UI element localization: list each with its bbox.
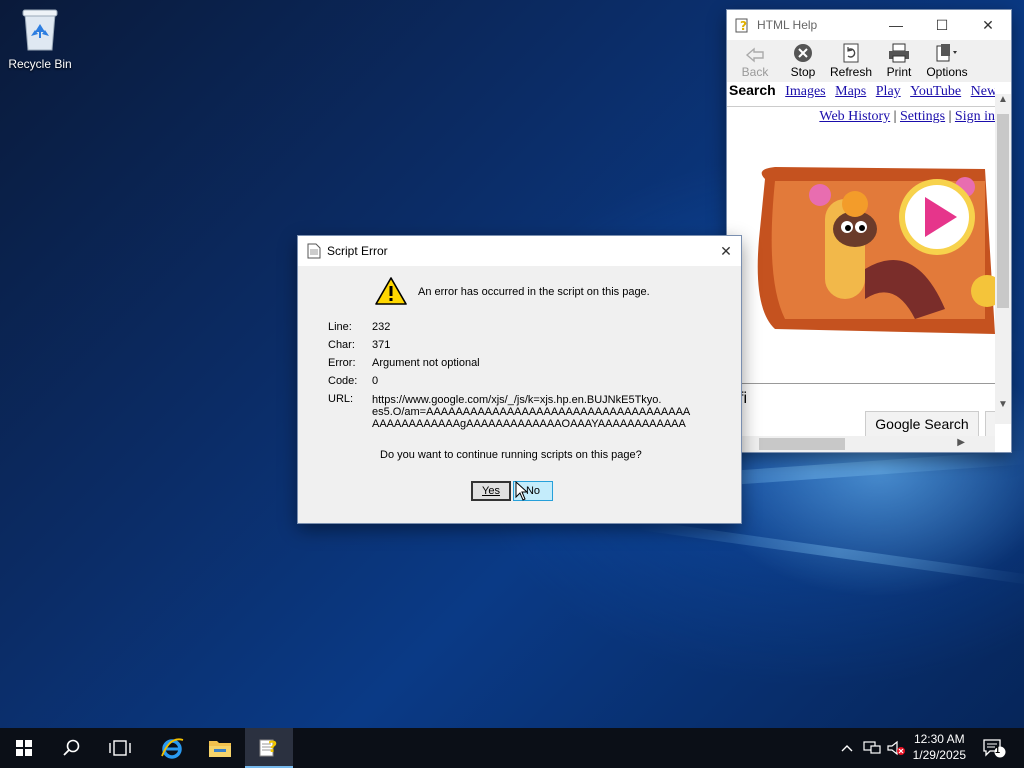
minimize-button[interactable]: — bbox=[873, 10, 919, 40]
action-center-button[interactable]: 1 bbox=[976, 728, 1012, 768]
notification-icon bbox=[983, 739, 1006, 758]
nav-maps[interactable]: Maps bbox=[835, 84, 866, 99]
mouse-cursor-icon bbox=[515, 481, 529, 501]
error-dialog-title: Script Error bbox=[327, 244, 388, 258]
settings-link[interactable]: Settings bbox=[900, 109, 945, 124]
file-explorer-button[interactable] bbox=[196, 728, 244, 768]
help-toolbar: Back Stop Refresh Print Options bbox=[727, 40, 1011, 82]
warning-icon bbox=[375, 277, 407, 305]
options-icon bbox=[936, 44, 957, 62]
volume-button[interactable] bbox=[884, 728, 908, 768]
recycle-bin-label: Recycle Bin bbox=[8, 57, 72, 71]
stop-button[interactable]: Stop bbox=[779, 40, 827, 82]
print-button[interactable]: Print bbox=[875, 40, 923, 82]
minimize-icon: — bbox=[889, 17, 903, 33]
network-button[interactable] bbox=[860, 728, 884, 768]
stop-icon bbox=[794, 44, 812, 62]
recycle-bin-icon bbox=[22, 9, 58, 51]
help-content-area: Web History | Settings | Sign in fi Goog… bbox=[727, 106, 995, 437]
clock-time: 12:30 AM bbox=[913, 732, 965, 746]
close-icon: ✕ bbox=[720, 242, 732, 259]
help-app-icon: ? bbox=[735, 18, 748, 33]
help-titlebar[interactable]: ? HTML Help — ☐ ✕ bbox=[727, 10, 1011, 40]
nav-images[interactable]: Images bbox=[785, 84, 825, 99]
maximize-icon: ☐ bbox=[935, 16, 949, 33]
error-message: An error has occurred in the script on t… bbox=[418, 286, 650, 298]
search-icon bbox=[63, 739, 80, 756]
maximize-button[interactable]: ☐ bbox=[919, 10, 965, 40]
url-line: AAAAAAAAAAAAgAAAAAAAAAAAAAOAAAYAAAAAAAAA… bbox=[372, 418, 686, 430]
refresh-icon bbox=[843, 43, 859, 63]
windows-logo-icon bbox=[16, 740, 32, 756]
notification-count: 1 bbox=[995, 745, 1001, 755]
feeling-lucky-button[interactable] bbox=[985, 411, 995, 437]
scroll-right-arrow[interactable]: ▶ bbox=[957, 437, 965, 448]
close-icon: ✕ bbox=[982, 16, 994, 33]
nav-search[interactable]: Search bbox=[729, 82, 776, 98]
printer-icon bbox=[889, 43, 909, 63]
refresh-button[interactable]: Refresh bbox=[827, 40, 875, 82]
start-button[interactable] bbox=[0, 728, 48, 768]
nav-new[interactable]: New bbox=[971, 84, 995, 99]
html-help-window: ? HTML Help — ☐ ✕ Back Stop Refresh Prin… bbox=[727, 10, 1011, 452]
script-error-dialog: Script Error ✕ An error has occurred in … bbox=[298, 236, 741, 523]
back-button[interactable]: Back bbox=[731, 40, 779, 82]
url-line: es5.O/am=AAAAAAAAAAAAAAAAAAAAAAAAAAAAAAA… bbox=[372, 406, 691, 418]
help-window-title: HTML Help bbox=[757, 18, 818, 32]
options-button[interactable]: Options bbox=[923, 40, 971, 82]
continue-question: Do you want to continue running scripts … bbox=[380, 449, 642, 461]
svg-text:?: ? bbox=[268, 737, 277, 756]
vertical-scroll-thumb[interactable] bbox=[997, 114, 1009, 308]
google-doodle-image[interactable] bbox=[745, 159, 995, 334]
vertical-scrollbar[interactable]: ▲ ▼ bbox=[995, 94, 1011, 424]
error-close-button[interactable]: ✕ bbox=[711, 236, 741, 266]
document-icon bbox=[307, 243, 321, 259]
web-history-link[interactable]: Web History bbox=[819, 109, 890, 124]
folder-icon bbox=[209, 741, 231, 757]
network-icon bbox=[863, 741, 881, 754]
google-search-button[interactable]: Google Search bbox=[865, 411, 979, 437]
close-button[interactable]: ✕ bbox=[965, 10, 1011, 40]
search-button[interactable] bbox=[48, 728, 96, 768]
google-nav-links: Search Images Maps Play YouTube New bbox=[727, 82, 995, 102]
scroll-up-arrow[interactable]: ▲ bbox=[995, 94, 1011, 110]
nav-youtube[interactable]: YouTube bbox=[910, 84, 961, 99]
url-line: https://www.google.com/xjs/_/js/k=xjs.hp… bbox=[372, 394, 662, 406]
sign-in-link[interactable]: Sign in bbox=[955, 109, 995, 124]
help-app-icon: ? bbox=[259, 737, 277, 757]
nav-play[interactable]: Play bbox=[876, 84, 901, 99]
error-titlebar[interactable]: Script Error ✕ bbox=[298, 236, 741, 266]
horizontal-scrollbar[interactable]: ◀ ▶ bbox=[727, 436, 995, 452]
task-view-icon bbox=[109, 740, 131, 756]
svg-text:?: ? bbox=[740, 19, 747, 33]
taskbar: ? 12:30 AM 1/29/2025 1 bbox=[0, 728, 1024, 768]
chevron-up-icon bbox=[841, 745, 853, 752]
search-box[interactable]: fi bbox=[727, 383, 995, 414]
internet-explorer-icon bbox=[161, 738, 184, 759]
task-view-button[interactable] bbox=[96, 728, 144, 768]
html-help-taskbar-button[interactable]: ? bbox=[245, 728, 293, 768]
show-hidden-icons-button[interactable] bbox=[836, 728, 858, 768]
clock-date: 1/29/2025 bbox=[912, 748, 966, 762]
recycle-bin[interactable]: Recycle Bin bbox=[4, 6, 76, 71]
scroll-down-arrow[interactable]: ▼ bbox=[995, 399, 1011, 410]
yes-button[interactable]: Yes bbox=[471, 481, 511, 501]
internet-explorer-button[interactable] bbox=[148, 728, 196, 768]
horizontal-scroll-thumb[interactable] bbox=[759, 438, 845, 450]
back-arrow-icon bbox=[745, 47, 764, 63]
system-clock[interactable]: 12:30 AM 1/29/2025 bbox=[913, 731, 966, 763]
volume-muted-icon bbox=[887, 740, 905, 756]
